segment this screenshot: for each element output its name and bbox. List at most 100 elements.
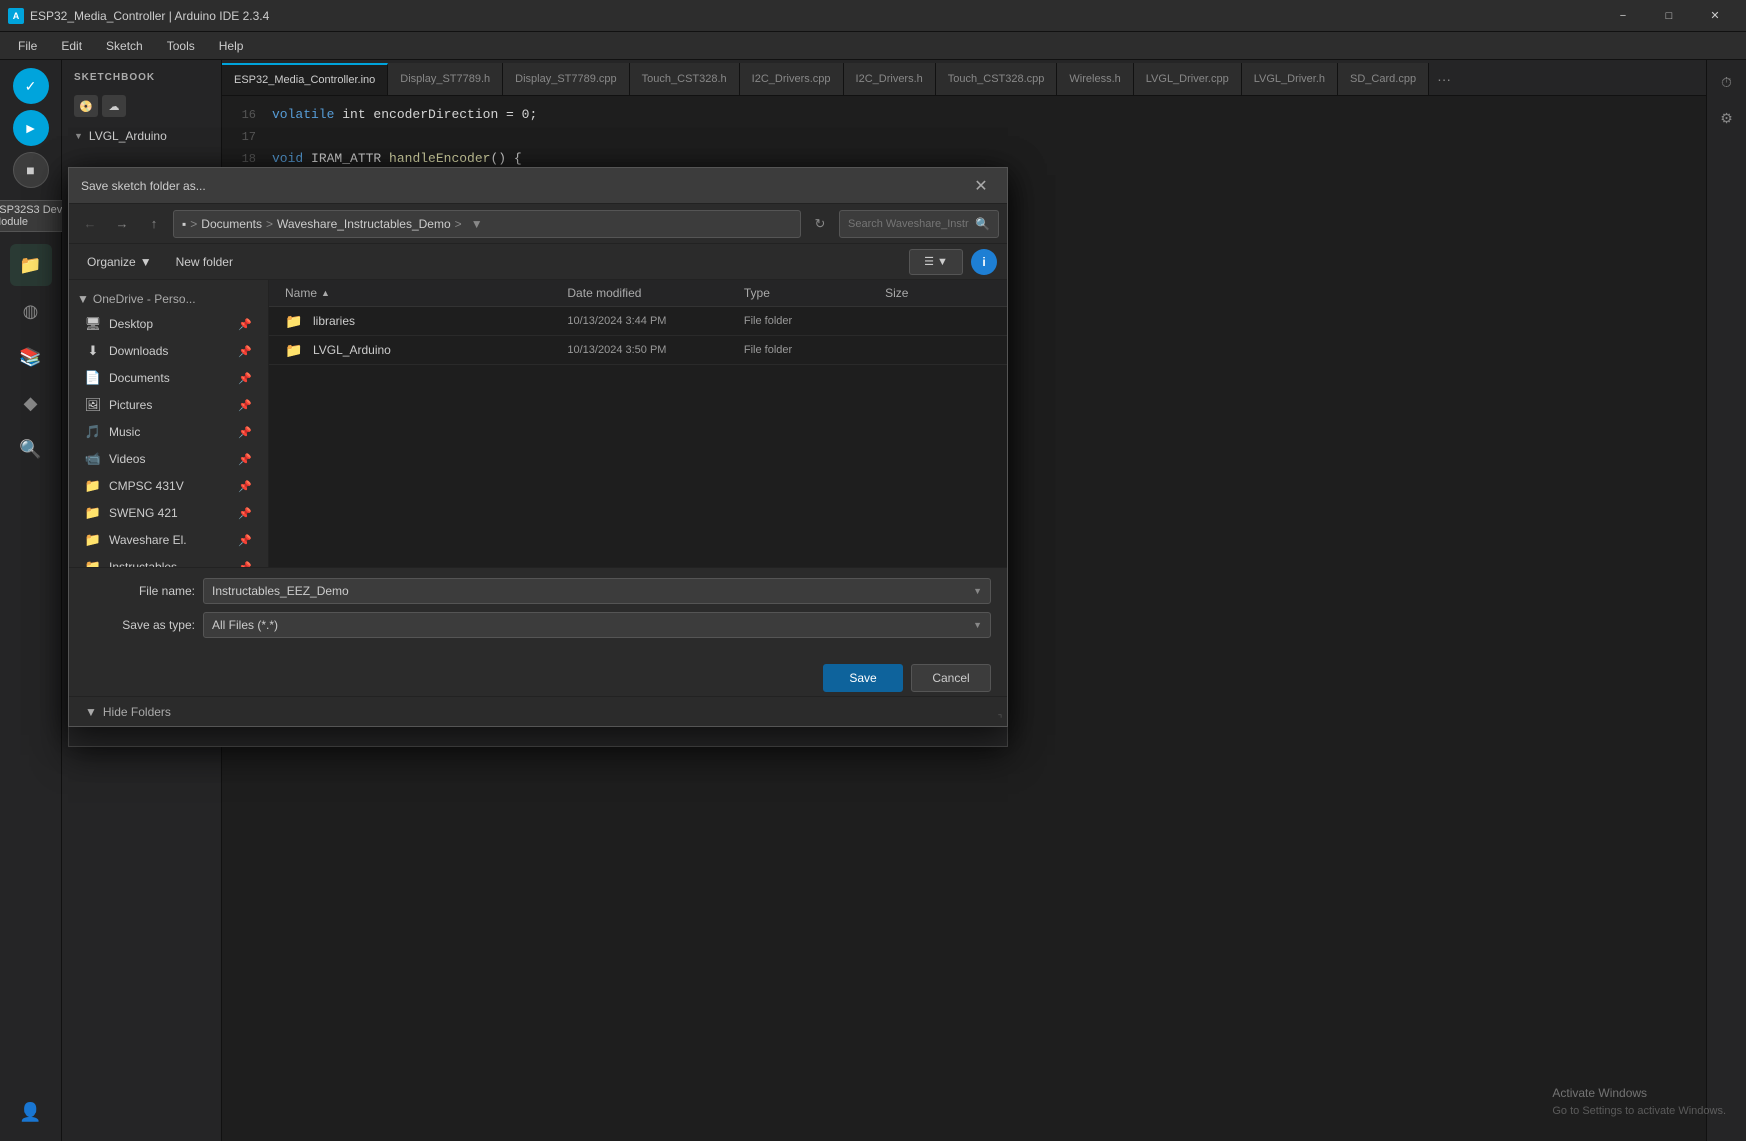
- breadcrumb-sep-0: >: [190, 217, 197, 231]
- debug-button[interactable]: ■: [13, 152, 49, 188]
- sidebar-account-btn[interactable]: 👤: [10, 1091, 52, 1133]
- music-pin-icon: 📌: [238, 426, 252, 439]
- sidebar-libraries-btn[interactable]: 📚: [10, 336, 52, 378]
- tab-9[interactable]: LVGL_Driver.h: [1242, 63, 1338, 95]
- waveshare-pin-icon: 📌: [238, 534, 252, 547]
- nav-item-music[interactable]: 🎵 Music 📌: [73, 419, 264, 445]
- nav-item-desktop[interactable]: 🖥 Desktop 📌: [73, 311, 264, 337]
- tab-7[interactable]: Wireless.h: [1057, 63, 1133, 95]
- tab-main[interactable]: ESP32_Media_Controller.ino: [222, 63, 388, 95]
- search-icon: 🔍: [975, 217, 990, 231]
- tab-6[interactable]: Touch_CST328.cpp: [936, 63, 1058, 95]
- tab-10[interactable]: SD_Card.cpp: [1338, 63, 1429, 95]
- file-item-libraries[interactable]: 📁 libraries 10/13/2024 3:44 PM File fold…: [269, 307, 1007, 336]
- sidebar-debug-btn[interactable]: ◆: [10, 382, 52, 424]
- save-button[interactable]: Save: [823, 664, 903, 692]
- tab-4[interactable]: I2C_Drivers.cpp: [740, 63, 844, 95]
- menu-file[interactable]: File: [8, 35, 47, 57]
- col-header-size: Size: [885, 286, 991, 300]
- nav-forward-button[interactable]: →: [109, 211, 135, 237]
- sweng-folder-icon: 📁: [85, 505, 101, 521]
- breadcrumb-path[interactable]: ▪ > Documents > Waveshare_Instructables_…: [173, 210, 801, 238]
- menu-sketch[interactable]: Sketch: [96, 35, 153, 57]
- tab-8[interactable]: LVGL_Driver.cpp: [1134, 63, 1242, 95]
- col-name-label: Name: [285, 286, 317, 300]
- col-type-label: Type: [744, 286, 770, 300]
- maximize-button[interactable]: □: [1646, 0, 1692, 32]
- refresh-button[interactable]: ↻: [807, 211, 833, 237]
- downloads-icon: ⬇: [85, 343, 101, 359]
- libraries-folder-icon: 📁: [285, 313, 305, 329]
- nav-item-pictures[interactable]: 🖼 Pictures 📌: [73, 392, 264, 418]
- folder-chevron: ▼: [74, 131, 83, 141]
- tab-3[interactable]: Touch_CST328.h: [630, 63, 740, 95]
- sketch-computer-btn[interactable]: 📀: [74, 95, 98, 117]
- view-toggle-button[interactable]: ☰ ▼: [909, 249, 963, 275]
- filename-row: File name: ▼: [85, 578, 991, 604]
- sidebar-boards-btn[interactable]: ◍: [10, 290, 52, 332]
- organize-label: Organize: [87, 255, 136, 269]
- search-input[interactable]: [848, 218, 969, 230]
- file-name-libraries: libraries: [313, 314, 567, 328]
- menu-tools[interactable]: Tools: [157, 35, 205, 57]
- breadcrumb-dropdown-btn[interactable]: ▼: [466, 213, 488, 235]
- new-folder-button[interactable]: New folder: [168, 251, 241, 273]
- nav-back-button[interactable]: ←: [77, 211, 103, 237]
- breadcrumb-waveshare[interactable]: Waveshare_Instructables_Demo: [277, 217, 451, 231]
- menu-help[interactable]: Help: [209, 35, 254, 57]
- col-header-name[interactable]: Name ▲: [285, 286, 567, 300]
- sketch-folder-item[interactable]: ▼ LVGL_Arduino: [62, 125, 221, 147]
- cancel-button[interactable]: Cancel: [911, 664, 991, 692]
- pictures-pin-icon: 📌: [238, 399, 252, 412]
- line-code: [272, 126, 280, 148]
- saveas-dropdown-icon[interactable]: ▼: [973, 620, 982, 630]
- tab-2[interactable]: Display_ST7789.cpp: [503, 63, 630, 95]
- onedrive-group[interactable]: ▼ OneDrive - Perso...: [69, 288, 268, 310]
- col-date-label: Date modified: [567, 286, 641, 300]
- serial-monitor-btn[interactable]: ⚙: [1713, 104, 1741, 132]
- tab-5[interactable]: I2C_Drivers.h: [844, 63, 936, 95]
- breadcrumb-documents[interactable]: Documents: [201, 217, 262, 231]
- tabs-more-btn[interactable]: ···: [1429, 63, 1459, 95]
- documents-icon: 📄: [85, 370, 101, 386]
- nav-item-videos[interactable]: 📹 Videos 📌: [73, 446, 264, 472]
- nav-item-waveshare[interactable]: 📁 Waveshare El. 📌: [73, 527, 264, 553]
- filename-dropdown-icon[interactable]: ▼: [973, 586, 982, 596]
- nav-item-sweng[interactable]: 📁 SWENG 421 📌: [73, 500, 264, 526]
- organize-button[interactable]: Organize ▼: [79, 251, 160, 273]
- upload-button[interactable]: ►: [13, 110, 49, 146]
- nav-up-button[interactable]: ↑: [141, 211, 167, 237]
- dialog-bottom-fields: File name: ▼ Save as type: ▼: [69, 567, 1007, 656]
- videos-icon: 📹: [85, 451, 101, 467]
- serial-plotter-btn[interactable]: ⏱: [1713, 68, 1741, 96]
- breadcrumb-item-1[interactable]: ▪: [182, 217, 186, 231]
- file-type-libraries: File folder: [744, 315, 885, 327]
- filename-input[interactable]: [212, 584, 973, 598]
- verify-button[interactable]: ✓: [13, 68, 49, 104]
- saveas-input[interactable]: [212, 618, 973, 632]
- nav-item-documents[interactable]: 📄 Documents 📌: [73, 365, 264, 391]
- dialog-title-text: Save sketch folder as...: [81, 179, 967, 193]
- minimize-button[interactable]: −: [1600, 0, 1646, 32]
- file-item-lvgl[interactable]: 📁 LVGL_Arduino 10/13/2024 3:50 PM File f…: [269, 336, 1007, 365]
- cmpsc-pin-icon: 📌: [238, 480, 252, 493]
- menu-edit[interactable]: Edit: [51, 35, 92, 57]
- nav-item-cmpsc[interactable]: 📁 CMPSC 431V 📌: [73, 473, 264, 499]
- dialog-close-button[interactable]: ✕: [967, 172, 995, 200]
- close-button[interactable]: ✕: [1692, 0, 1738, 32]
- nav-item-instructables[interactable]: 📁 Instructables 📌: [73, 554, 264, 567]
- sketch-cloud-btn[interactable]: ☁: [102, 95, 126, 117]
- view-list-icon: ☰: [924, 255, 934, 268]
- sidebar-search-btn[interactable]: 🔍: [10, 428, 52, 470]
- nav-item-downloads[interactable]: ⬇ Downloads 📌: [73, 338, 264, 364]
- info-button[interactable]: i: [971, 249, 997, 275]
- sidebar-sketchbook-btn[interactable]: 📁: [10, 244, 52, 286]
- hide-folders-row[interactable]: ▼ Hide Folders: [69, 696, 1007, 726]
- dialog-body: ▼ OneDrive - Perso... 🖥 Desktop 📌 ⬇ Down…: [69, 280, 1007, 567]
- code-line-17: 17: [222, 126, 1706, 148]
- tab-1[interactable]: Display_ST7789.h: [388, 63, 503, 95]
- col-header-date[interactable]: Date modified: [567, 286, 744, 300]
- waveshare-folder-icon: 📁: [85, 532, 101, 548]
- resize-grip[interactable]: ⌝: [993, 712, 1007, 726]
- line-number: 17: [222, 126, 272, 148]
